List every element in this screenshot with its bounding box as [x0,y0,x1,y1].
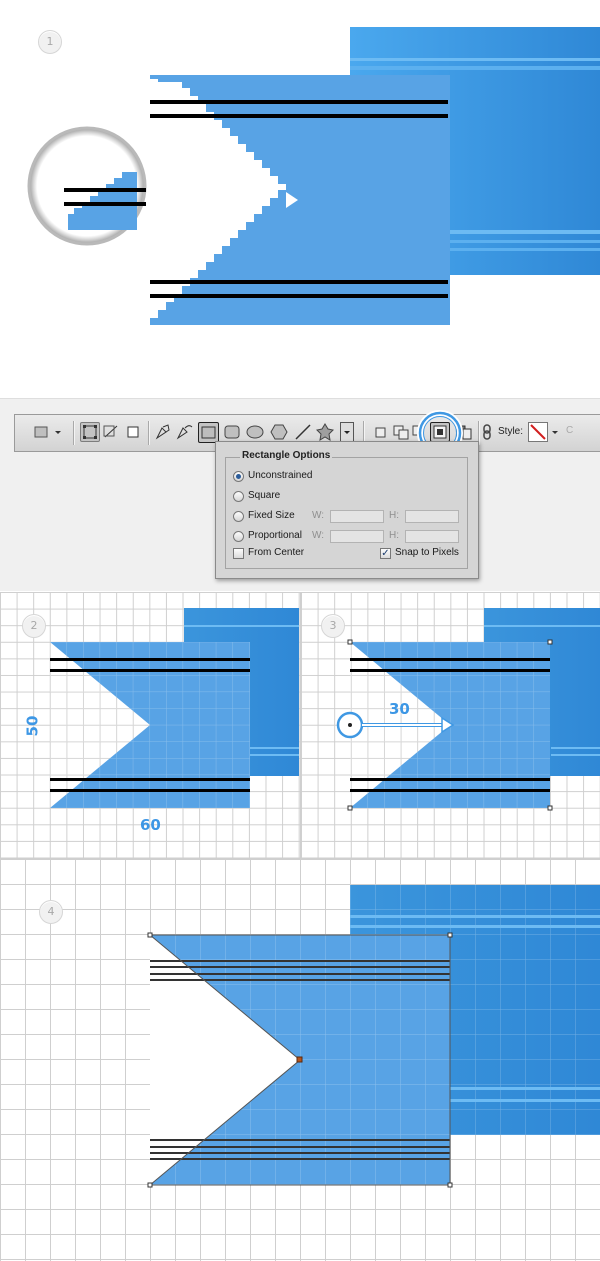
label-snap-to-pixels: Snap to Pixels [395,547,459,558]
pen-icon[interactable] [153,422,173,442]
magnifier-lens [27,126,147,246]
fixed-width-field[interactable] [330,510,384,523]
rectangle-options-title: Rectangle Options [240,450,333,461]
fixed-height-label: H: [389,510,399,521]
height-dimension-label: 50 [23,715,42,737]
step-1-panel: 1 [0,0,600,399]
label-unconstrained: Unconstrained [248,470,313,481]
dropdown-arrow-icon[interactable] [53,422,63,442]
label-square: Square [248,490,281,501]
step-3-panel: 3 30 [300,592,600,858]
custom-shape-icon[interactable] [315,422,335,442]
guide-line [150,294,448,298]
step-3-artwork [336,608,600,811]
step-2-panel: 2 50 60 [0,592,300,858]
label-proportional: Proportional [248,530,302,541]
rectangle-tool-preset-icon[interactable] [31,422,51,442]
fixed-height-field[interactable] [405,510,459,523]
radio-fixed-size[interactable] [233,511,244,522]
step-4-panel: 4 [0,858,600,1261]
freeform-pen-icon[interactable] [175,422,195,442]
paths-icon[interactable] [102,422,122,442]
width-dimension-label: 60 [140,816,161,834]
rectangle-options-popup: Rectangle Options Unconstrained Square F… [215,441,479,579]
rounded-rectangle-icon[interactable] [222,422,242,442]
label-fixed-size: Fixed Size [248,510,295,521]
proportional-height-field[interactable] [405,530,459,543]
geometry-options-icon[interactable] [340,422,354,442]
style-none-icon[interactable] [528,422,548,442]
polygon-icon[interactable] [269,422,289,442]
selected-anchor-point [296,1056,303,1063]
style-dropdown-arrow-icon[interactable] [550,422,560,442]
toolbar-divider [73,421,74,445]
guide-line [150,114,448,118]
radio-proportional[interactable] [233,531,244,542]
shape-layers-icon[interactable] [80,422,100,442]
step-4-artwork [147,885,600,1188]
move-distance-label: 30 [389,700,410,718]
line-icon[interactable] [293,422,313,442]
fixed-width-label: W: [312,510,325,521]
proportional-width-field[interactable] [330,530,384,543]
add-to-shape-icon[interactable] [391,422,411,442]
link-icon[interactable] [477,422,497,442]
front-ribbon-pixelated [150,75,450,325]
new-shape-layer-icon[interactable] [371,422,391,442]
proportional-height-label: H: [389,530,399,541]
guide-line [150,100,448,104]
rectangle-icon[interactable] [198,422,219,443]
radio-unconstrained[interactable] [233,471,244,482]
guide-line [150,280,448,284]
style-label: Style: [498,426,524,437]
checkbox-snap-to-pixels[interactable]: ✓ [380,548,391,559]
ellipse-icon[interactable] [245,422,265,442]
checkbox-from-center[interactable] [233,548,244,559]
proportional-width-label: W: [312,530,325,541]
color-label-icon: C [566,425,574,436]
radio-square[interactable] [233,491,244,502]
step-1-artwork [27,27,600,325]
fill-pixels-icon[interactable] [123,422,143,442]
toolbar-divider [148,421,149,445]
label-from-center: From Center [248,547,305,558]
